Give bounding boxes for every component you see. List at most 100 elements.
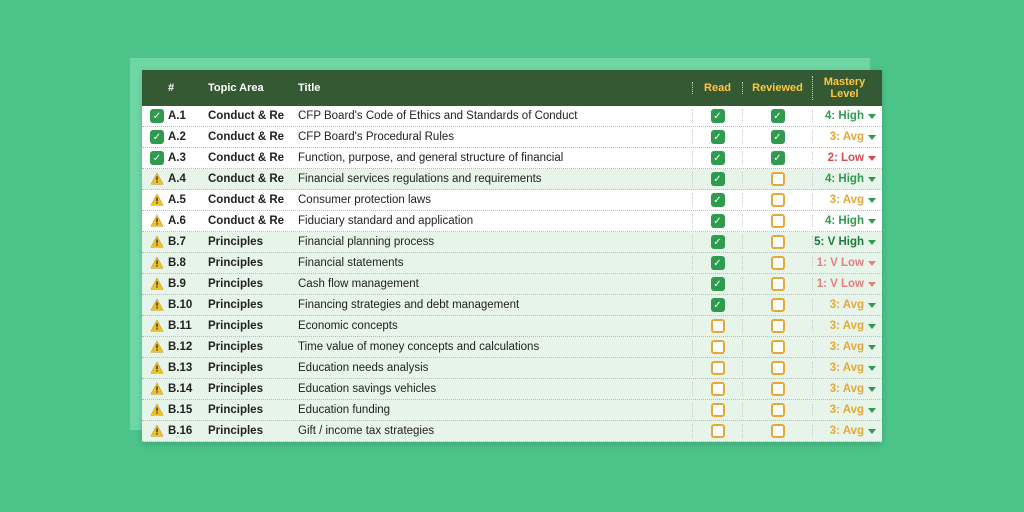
- checkbox-unchecked[interactable]: [771, 403, 785, 417]
- dropdown-caret-icon[interactable]: [868, 282, 876, 287]
- cell-mastery[interactable]: 3: Avg: [812, 341, 882, 353]
- cell-title: CFP Board's Procedural Rules: [298, 131, 692, 143]
- cell-mastery[interactable]: 5: V High: [812, 236, 882, 248]
- cell-reviewed: ✓: [742, 151, 812, 165]
- cell-mastery[interactable]: 3: Avg: [812, 425, 882, 437]
- checkbox-unchecked[interactable]: [711, 340, 725, 354]
- cell-number: B.16: [168, 425, 208, 437]
- checkbox-checked[interactable]: ✓: [711, 235, 725, 249]
- checkbox-unchecked[interactable]: [711, 361, 725, 375]
- cell-status: [146, 361, 168, 375]
- mastery-label: 4: High: [825, 215, 864, 227]
- dropdown-caret-icon[interactable]: [868, 324, 876, 329]
- cell-area: Principles: [208, 383, 298, 395]
- table-row: A.4Conduct & ReFinancial services regula…: [142, 169, 882, 190]
- cell-reviewed: [742, 172, 812, 186]
- dropdown-caret-icon[interactable]: [868, 303, 876, 308]
- cell-mastery[interactable]: 4: High: [812, 215, 882, 227]
- table-row: A.5Conduct & ReConsumer protection laws✓…: [142, 190, 882, 211]
- cell-area: Conduct & Re: [208, 131, 298, 143]
- cell-reviewed: [742, 277, 812, 291]
- cell-area: Principles: [208, 299, 298, 311]
- dropdown-caret-icon[interactable]: [868, 408, 876, 413]
- mastery-label: 3: Avg: [830, 194, 864, 206]
- dropdown-caret-icon[interactable]: [868, 114, 876, 119]
- cell-mastery[interactable]: 1: V Low: [812, 278, 882, 290]
- status-warn-icon: [150, 424, 164, 438]
- cell-number: A.6: [168, 215, 208, 227]
- checkbox-unchecked[interactable]: [711, 424, 725, 438]
- checkbox-unchecked[interactable]: [771, 382, 785, 396]
- mastery-label: 4: High: [825, 173, 864, 185]
- checkbox-checked[interactable]: ✓: [711, 151, 725, 165]
- cell-title: Consumer protection laws: [298, 194, 692, 206]
- checkbox-checked[interactable]: ✓: [711, 277, 725, 291]
- cell-mastery[interactable]: 3: Avg: [812, 299, 882, 311]
- table-row: B.12PrinciplesTime value of money concep…: [142, 337, 882, 358]
- checkbox-unchecked[interactable]: [771, 340, 785, 354]
- cell-mastery[interactable]: 3: Avg: [812, 404, 882, 416]
- checkbox-unchecked[interactable]: [771, 256, 785, 270]
- cell-mastery[interactable]: 3: Avg: [812, 194, 882, 206]
- status-warn-icon: [150, 382, 164, 396]
- checkbox-checked[interactable]: ✓: [711, 130, 725, 144]
- cell-read: ✓: [692, 109, 742, 123]
- cell-read: [692, 424, 742, 438]
- table-header: # Topic Area Title Read Reviewed Mastery…: [142, 70, 882, 106]
- dropdown-caret-icon[interactable]: [868, 240, 876, 245]
- checkbox-checked[interactable]: ✓: [711, 172, 725, 186]
- checkbox-checked[interactable]: ✓: [711, 109, 725, 123]
- cell-mastery[interactable]: 3: Avg: [812, 131, 882, 143]
- cell-mastery[interactable]: 4: High: [812, 173, 882, 185]
- checkbox-checked[interactable]: ✓: [771, 151, 785, 165]
- cell-number: B.9: [168, 278, 208, 290]
- header-title: Title: [298, 82, 692, 94]
- dropdown-caret-icon[interactable]: [868, 135, 876, 140]
- checkbox-checked[interactable]: ✓: [711, 193, 725, 207]
- checkbox-unchecked[interactable]: [771, 424, 785, 438]
- cell-mastery[interactable]: 3: Avg: [812, 320, 882, 332]
- cell-mastery[interactable]: 3: Avg: [812, 383, 882, 395]
- cell-reviewed: [742, 403, 812, 417]
- checkbox-checked[interactable]: ✓: [711, 214, 725, 228]
- checkbox-unchecked[interactable]: [771, 172, 785, 186]
- status-ok-icon: ✓: [150, 130, 164, 144]
- dropdown-caret-icon[interactable]: [868, 429, 876, 434]
- dropdown-caret-icon[interactable]: [868, 198, 876, 203]
- checkbox-checked[interactable]: ✓: [711, 298, 725, 312]
- cell-mastery[interactable]: 1: V Low: [812, 257, 882, 269]
- table-row: B.15PrinciplesEducation funding3: Avg: [142, 400, 882, 421]
- dropdown-caret-icon[interactable]: [868, 366, 876, 371]
- cell-number: A.2: [168, 131, 208, 143]
- checkbox-checked[interactable]: ✓: [711, 256, 725, 270]
- checkbox-unchecked[interactable]: [711, 382, 725, 396]
- cell-mastery[interactable]: 3: Avg: [812, 362, 882, 374]
- dropdown-caret-icon[interactable]: [868, 387, 876, 392]
- checkbox-unchecked[interactable]: [771, 277, 785, 291]
- checkbox-unchecked[interactable]: [771, 361, 785, 375]
- dropdown-caret-icon[interactable]: [868, 219, 876, 224]
- checkbox-checked[interactable]: ✓: [771, 109, 785, 123]
- checkbox-unchecked[interactable]: [711, 319, 725, 333]
- mastery-label: 3: Avg: [830, 341, 864, 353]
- cell-mastery[interactable]: 2: Low: [812, 152, 882, 164]
- dropdown-caret-icon[interactable]: [868, 156, 876, 161]
- dropdown-caret-icon[interactable]: [868, 261, 876, 266]
- checkbox-unchecked[interactable]: [771, 214, 785, 228]
- checkbox-unchecked[interactable]: [771, 235, 785, 249]
- checkbox-unchecked[interactable]: [771, 319, 785, 333]
- checkbox-unchecked[interactable]: [771, 298, 785, 312]
- checkbox-checked[interactable]: ✓: [771, 130, 785, 144]
- dropdown-caret-icon[interactable]: [868, 345, 876, 350]
- cell-status: [146, 256, 168, 270]
- dropdown-caret-icon[interactable]: [868, 177, 876, 182]
- status-warn-icon: [150, 340, 164, 354]
- cell-reviewed: [742, 193, 812, 207]
- mastery-label: 5: V High: [814, 236, 864, 248]
- cell-mastery[interactable]: 4: High: [812, 110, 882, 122]
- cell-status: [146, 340, 168, 354]
- table-row: B.16PrinciplesGift / income tax strategi…: [142, 421, 882, 442]
- checkbox-unchecked[interactable]: [771, 193, 785, 207]
- checkbox-unchecked[interactable]: [711, 403, 725, 417]
- cell-reviewed: ✓: [742, 130, 812, 144]
